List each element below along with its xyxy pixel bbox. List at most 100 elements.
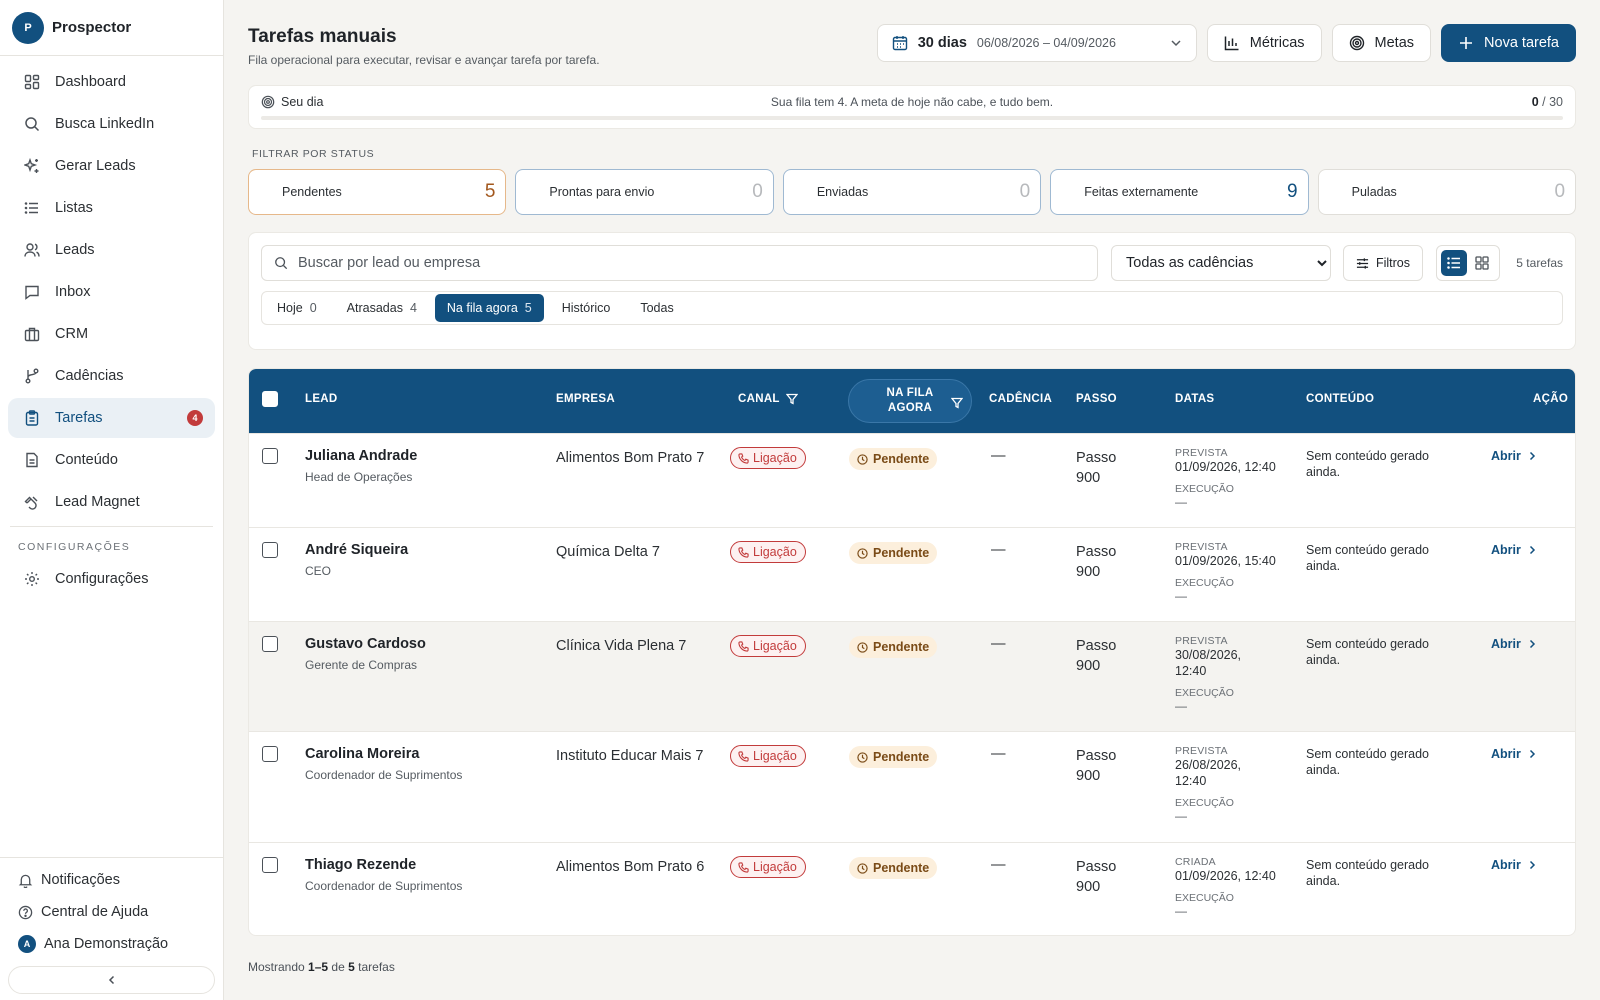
row-checkbox[interactable]	[262, 636, 278, 652]
company-name: Instituto Educar Mais 7	[556, 748, 704, 764]
page-title: Tarefas manuais	[248, 26, 397, 47]
magnet-icon	[24, 496, 38, 510]
collapse-sidebar-button[interactable]	[8, 966, 215, 994]
lead-cell: Juliana Andrade Head de Operações	[305, 448, 417, 484]
brand[interactable]: P Prospector	[0, 0, 223, 56]
table-row[interactable]: André Siqueira CEO Química Delta 7 Ligaç…	[249, 527, 1575, 621]
date-value: 26/08/2026, 12:40	[1175, 758, 1242, 788]
search-input[interactable]	[298, 255, 1078, 271]
status-card-prontas[interactable]: Prontas para envio 0	[515, 169, 774, 215]
lead-name[interactable]: Gustavo Cardoso	[305, 636, 426, 652]
row-checkbox[interactable]	[262, 857, 278, 873]
column-header-channel[interactable]: CANAL	[738, 393, 798, 405]
tab-count: 4	[409, 301, 417, 315]
column-header-lead[interactable]: LEAD	[305, 393, 338, 405]
sidebar-item-crm[interactable]: CRM	[8, 314, 215, 354]
user-name: Ana Demonstração	[44, 936, 169, 952]
goals-button[interactable]: Metas	[1331, 24, 1432, 62]
status-card-label: Pendentes	[282, 185, 342, 199]
status-card-pendentes[interactable]: Pendentes 5	[248, 169, 507, 215]
channel-badge: Ligação	[730, 856, 806, 878]
status-card-puladas[interactable]: Puladas 0	[1317, 169, 1577, 215]
search-field[interactable]	[261, 245, 1098, 281]
target-icon	[1349, 35, 1364, 51]
date-label: CRIADA	[1175, 856, 1216, 868]
tab-todas[interactable]: Todas	[628, 294, 685, 322]
grid-view-button[interactable]	[1469, 250, 1495, 276]
sidebar-item-gerar-leads[interactable]: Gerar Leads	[8, 146, 215, 186]
tab-na-fila-agora[interactable]: Na fila agora 5	[434, 294, 544, 322]
status-badge: Pendente	[849, 448, 938, 470]
sidebar-item-configuracoes[interactable]: Configurações	[8, 559, 215, 599]
sidebar-item-label: Listas	[55, 200, 93, 216]
row-checkbox[interactable]	[262, 448, 278, 464]
status-card-feitas-externamente[interactable]: Feitas externamente 9	[1050, 169, 1309, 215]
date-label: PREVISTA	[1175, 541, 1228, 553]
step-value: Passo 900	[1076, 638, 1117, 674]
lead-name[interactable]: Juliana Andrade	[305, 448, 417, 464]
status-card-label: Puladas	[1351, 185, 1397, 199]
lead-name[interactable]: Thiago Rezende	[305, 857, 462, 873]
sidebar-item-lead-magnet[interactable]: Lead Magnet	[8, 482, 215, 522]
column-header-step[interactable]: PASSO	[1076, 393, 1117, 405]
cadence-select[interactable]: Todas as cadências	[1111, 245, 1331, 281]
execution-label: EXECUÇÃO	[1175, 483, 1234, 495]
lead-cell: Carolina Moreira Coordenador de Suprimen…	[305, 746, 462, 782]
list-view-button[interactable]	[1441, 250, 1467, 276]
page-subtitle: Fila operacional para executar, revisar …	[248, 53, 600, 67]
tab-historico[interactable]: Histórico	[550, 294, 623, 322]
plus-icon	[1460, 37, 1473, 49]
open-task-link[interactable]: Abrir	[1491, 747, 1537, 761]
open-task-link[interactable]: Abrir	[1491, 858, 1537, 872]
user-profile[interactable]: A Ana Demonstração	[8, 928, 215, 960]
open-task-link[interactable]: Abrir	[1491, 543, 1537, 557]
gear-icon	[25, 572, 39, 586]
open-task-link[interactable]: Abrir	[1491, 637, 1537, 651]
filters-button[interactable]: Filtros	[1343, 245, 1423, 281]
content-value: Sem conteúdo gerado ainda.	[1306, 543, 1430, 573]
metrics-button[interactable]: Métricas	[1206, 24, 1322, 62]
sidebar-item-label: Configurações	[55, 571, 149, 587]
sidebar-item-dashboard[interactable]: Dashboard	[8, 62, 215, 102]
sidebar-item-tarefas[interactable]: Tarefas 4	[8, 398, 215, 438]
table-row[interactable]: Juliana Andrade Head de Operações Alimen…	[249, 433, 1575, 527]
brand-logo: P	[12, 11, 44, 44]
column-header-company[interactable]: EMPRESA	[556, 393, 615, 405]
dates-cell: PREVISTA 26/08/2026, 12:40 EXECUÇÃO —	[1175, 745, 1255, 823]
status-label: Pendente	[873, 750, 930, 764]
sidebar-item-cadencias[interactable]: Cadências	[8, 356, 215, 396]
lead-role: Head de Operações	[305, 470, 413, 484]
notifications-link[interactable]: Notificações	[8, 864, 215, 896]
tab-atrasadas[interactable]: Atrasadas 4	[335, 294, 429, 322]
row-checkbox[interactable]	[262, 746, 278, 762]
open-task-link[interactable]: Abrir	[1491, 449, 1537, 463]
table-row[interactable]: Gustavo Cardoso Gerente de Compras Clíni…	[249, 621, 1575, 731]
tab-hoje[interactable]: Hoje 0	[265, 294, 329, 322]
column-header-cadence[interactable]: CADÊNCIA	[989, 393, 1052, 405]
sidebar-item-leads[interactable]: Leads	[8, 230, 215, 270]
status-filter-row: Pendentes 5 Prontas para envio 0 Enviada…	[248, 169, 1577, 215]
grid-icon	[1475, 256, 1489, 270]
row-checkbox[interactable]	[262, 542, 278, 558]
table-row[interactable]: Thiago Rezende Coordenador de Suprimento…	[249, 842, 1575, 935]
sidebar-item-busca-linkedin[interactable]: Busca LinkedIn	[8, 104, 215, 144]
execution-value: —	[1175, 495, 1187, 509]
help-center-link[interactable]: Central de Ajuda	[8, 896, 215, 928]
search-icon	[25, 117, 40, 132]
column-header-content[interactable]: CONTEÚDO	[1306, 393, 1374, 405]
date-range-picker[interactable]: 30 dias 06/08/2026 – 04/09/2026	[876, 24, 1197, 62]
table-row[interactable]: Carolina Moreira Coordenador de Suprimen…	[249, 731, 1575, 842]
column-header-dates[interactable]: DATAS	[1175, 393, 1214, 405]
clipboard-icon	[25, 410, 39, 426]
users-icon	[24, 243, 40, 257]
status-card-enviadas[interactable]: Enviadas 0	[782, 169, 1042, 215]
select-all-checkbox[interactable]	[262, 391, 278, 407]
lead-name[interactable]: André Siqueira	[305, 542, 408, 558]
column-header-queue[interactable]: NA FILA AGORA	[848, 379, 972, 423]
lead-cell: Gustavo Cardoso Gerente de Compras	[305, 636, 426, 672]
lead-name[interactable]: Carolina Moreira	[305, 746, 462, 762]
new-task-button[interactable]: Nova tarefa	[1441, 24, 1576, 62]
sidebar-item-inbox[interactable]: Inbox	[8, 272, 215, 312]
sidebar-item-conteudo[interactable]: Conteúdo	[8, 440, 215, 480]
sidebar-item-listas[interactable]: Listas	[8, 188, 215, 228]
